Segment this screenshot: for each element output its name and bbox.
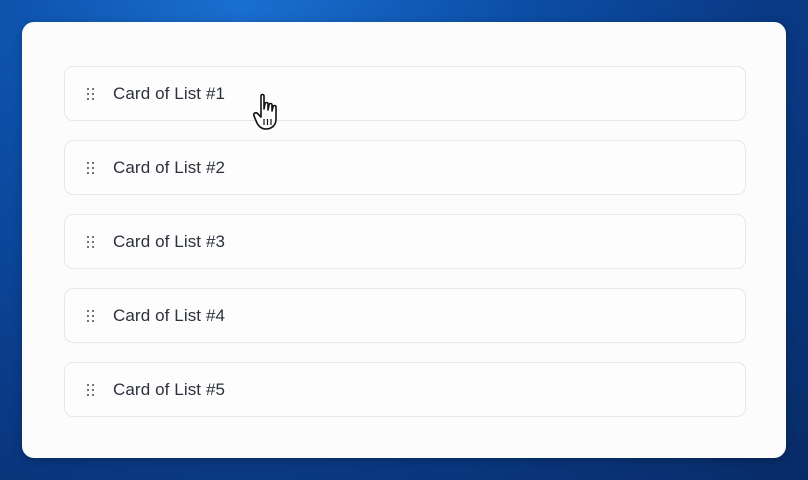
card-label: Card of List #2 bbox=[113, 157, 226, 177]
sortable-list: Card of List #1 Card of List #2 Card of … bbox=[64, 66, 746, 417]
list-card-1[interactable]: Card of List #1 bbox=[64, 66, 746, 121]
drag-handle-icon[interactable] bbox=[87, 87, 95, 100]
drag-handle-icon[interactable] bbox=[87, 383, 95, 396]
card-label: Card of List #5 bbox=[113, 379, 226, 399]
list-card-3[interactable]: Card of List #3 bbox=[64, 214, 746, 269]
card-label: Card of List #3 bbox=[113, 231, 226, 251]
card-label: Card of List #1 bbox=[113, 83, 226, 103]
drag-handle-icon[interactable] bbox=[87, 235, 95, 248]
card-label: Card of List #4 bbox=[113, 305, 226, 325]
sortable-list-panel: Card of List #1 Card of List #2 Card of … bbox=[22, 22, 786, 458]
list-card-4[interactable]: Card of List #4 bbox=[64, 288, 746, 343]
list-card-2[interactable]: Card of List #2 bbox=[64, 140, 746, 195]
drag-handle-icon[interactable] bbox=[87, 161, 95, 174]
drag-handle-icon[interactable] bbox=[87, 309, 95, 322]
list-card-5[interactable]: Card of List #5 bbox=[64, 362, 746, 417]
